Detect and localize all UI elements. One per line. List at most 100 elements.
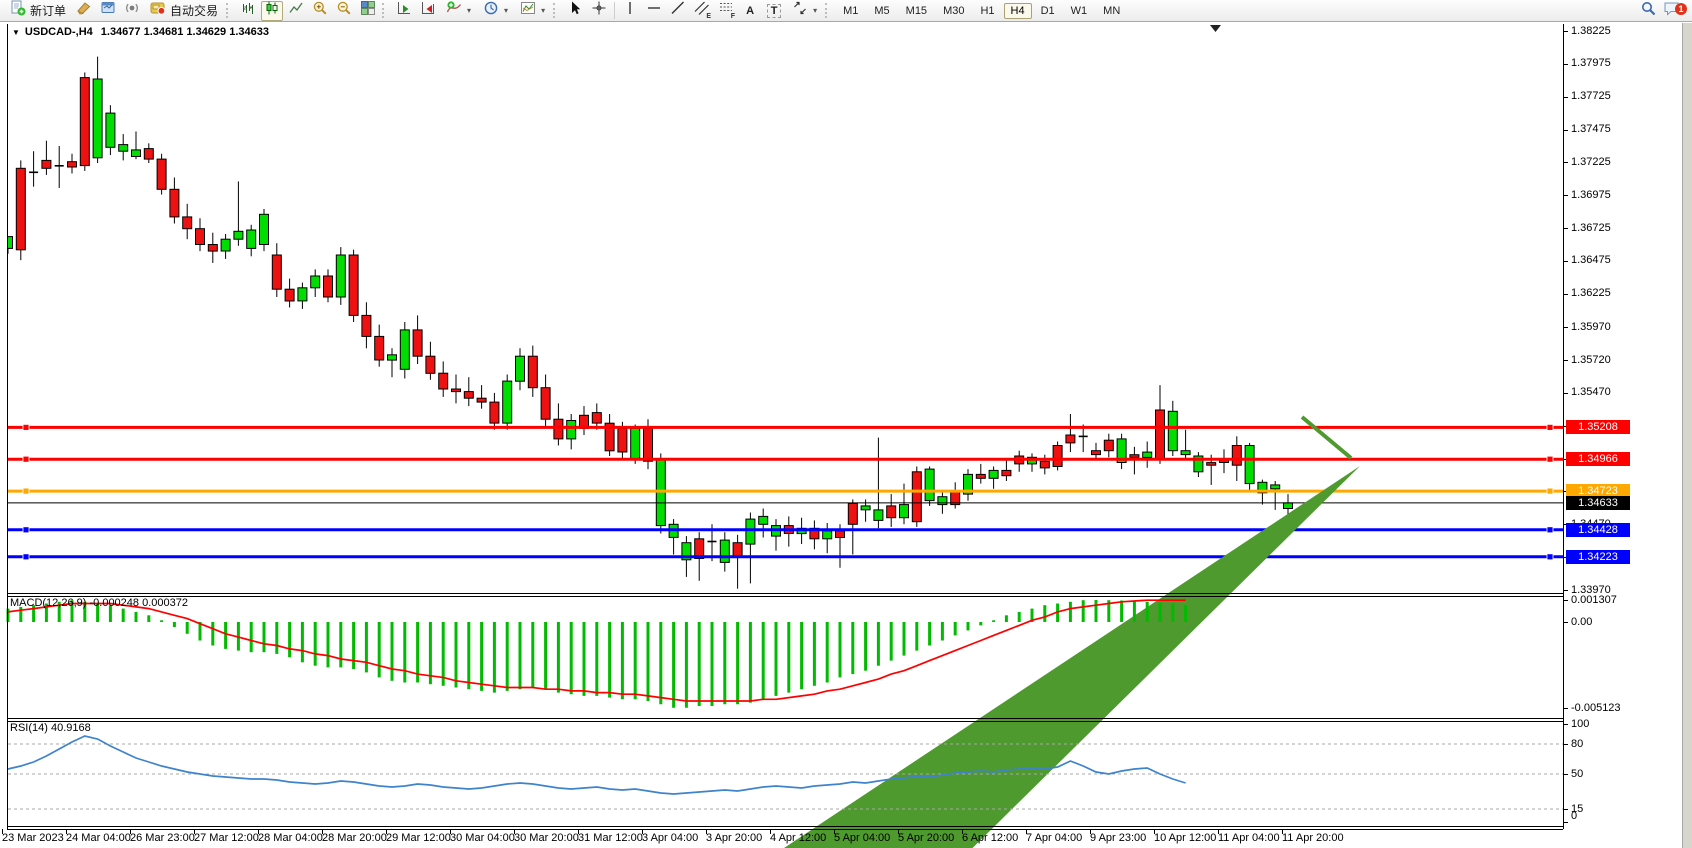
- price-axis-tick: 1.37975: [1571, 57, 1611, 69]
- time-axis-label: 10 Apr 12:00: [1154, 832, 1216, 844]
- dropdown-arrow-icon: ▾: [504, 6, 508, 15]
- arrows-tool-icon: [792, 0, 808, 21]
- timeframe-h4-button[interactable]: H4: [1004, 3, 1032, 19]
- add-indicator-icon: [446, 0, 462, 21]
- time-axis-label: 30 Mar 20:00: [514, 832, 579, 844]
- time-axis-label: 23 Mar 2023: [2, 832, 64, 844]
- signals-button[interactable]: [121, 1, 143, 21]
- crosshair-button[interactable]: [588, 1, 610, 21]
- chart-shift-button[interactable]: [417, 1, 439, 21]
- tile-windows-button[interactable]: [357, 1, 379, 21]
- macd-axis-tick: 0.001307: [1571, 594, 1617, 606]
- search-button[interactable]: [1637, 1, 1659, 21]
- time-axis-label: 9 Apr 23:00: [1090, 832, 1146, 844]
- notifications-button[interactable]: 1: [1661, 1, 1683, 21]
- zoom-out-button[interactable]: [333, 1, 355, 21]
- time-axis-label: 6 Apr 12:00: [962, 832, 1018, 844]
- timeframe-mn-button[interactable]: MN: [1096, 3, 1127, 19]
- timeframe-w1-button[interactable]: W1: [1064, 3, 1095, 19]
- timeframe-m5-button[interactable]: M5: [867, 3, 896, 19]
- templates-button[interactable]: ▾: [515, 1, 550, 21]
- time-axis-label: 28 Mar 20:00: [322, 832, 387, 844]
- signals-icon: [124, 0, 140, 21]
- panel-borders: [3, 24, 1569, 834]
- arrows-tool-button[interactable]: ▾: [787, 1, 822, 21]
- text-tool-button[interactable]: A: [739, 1, 761, 21]
- candlestick-type-button[interactable]: [261, 1, 283, 21]
- timeframe-group: M1M5M15M30H1H4D1W1MN: [835, 1, 1128, 20]
- timeframe-h1-button[interactable]: H1: [973, 3, 1001, 19]
- vertical-line-tool-button[interactable]: [619, 1, 641, 21]
- time-axis-label: 3 Apr 04:00: [642, 832, 698, 844]
- trend-arrow-annotation[interactable]: [0, 417, 1360, 848]
- price-axis-tick: 1.37475: [1571, 123, 1611, 135]
- timeframe-m15-button[interactable]: M15: [899, 3, 934, 19]
- trendline-tool-button[interactable]: [667, 1, 689, 21]
- crayon-icon: [76, 0, 92, 21]
- price-line-label: 1.34428: [1566, 523, 1630, 537]
- zoom-in-button[interactable]: [309, 1, 331, 21]
- auto-scroll-icon: [396, 0, 412, 21]
- price-axis-tick: 1.35970: [1571, 321, 1611, 333]
- right-edge-strip[interactable]: [1682, 23, 1692, 848]
- chart-canvas[interactable]: [0, 23, 1692, 848]
- zoom-in-icon: [312, 0, 328, 21]
- new-order-button[interactable]: 新订单: [5, 1, 71, 21]
- chart-expander-icon[interactable]: ▼: [12, 28, 20, 37]
- rsi-layer: [8, 736, 1563, 809]
- dropdown-arrow-icon: ▾: [541, 6, 545, 15]
- price-line-label: 1.34633: [1566, 496, 1630, 510]
- toolbar-right: 1: [1636, 0, 1684, 22]
- cursor-icon: [567, 0, 583, 21]
- macd-layer: [8, 600, 1186, 708]
- candles-layer: [4, 57, 1293, 589]
- chart-shift-marker: [1210, 25, 1221, 32]
- timeframe-m30-button[interactable]: M30: [936, 3, 971, 19]
- toolbar-grip: [226, 3, 232, 18]
- crayon-button[interactable]: [73, 1, 95, 21]
- dropdown-arrow-icon: ▾: [813, 6, 817, 15]
- time-axis-label: 5 Apr 04:00: [834, 832, 890, 844]
- chart-area[interactable]: ▼USDCAD-,H41.34677 1.34681 1.34629 1.346…: [0, 23, 1692, 848]
- rsi-axis-tick: 0: [1571, 810, 1577, 822]
- line-chart-type-icon: [288, 0, 304, 21]
- crosshair-icon: [591, 0, 607, 21]
- add-indicator-button[interactable]: ▾: [441, 1, 476, 21]
- toolbar-grip: [382, 3, 388, 18]
- market-window-button[interactable]: [97, 1, 119, 21]
- time-axis-label: 7 Apr 04:00: [1026, 832, 1082, 844]
- time-axis-label: 30 Mar 04:00: [450, 832, 515, 844]
- search-icon: [1640, 0, 1657, 22]
- timeframe-d1-button[interactable]: D1: [1034, 3, 1062, 19]
- price-line-label: 1.35208: [1566, 420, 1630, 434]
- timeframe-m1-button[interactable]: M1: [836, 3, 865, 19]
- channel-tool-button[interactable]: E: [691, 1, 713, 21]
- text-label-tool-button[interactable]: T: [763, 1, 785, 21]
- time-axis-label: 24 Mar 04:00: [66, 832, 131, 844]
- fibonacci-tool-button[interactable]: F: [715, 1, 737, 21]
- candlestick-type-icon: [264, 0, 280, 21]
- periods-button[interactable]: ▾: [478, 1, 513, 21]
- auto-trading-icon: [150, 0, 166, 21]
- tile-windows-icon: [360, 0, 376, 21]
- price-axis-tick: 1.37725: [1571, 90, 1611, 102]
- macd-axis-tick: 0.00: [1571, 616, 1592, 628]
- horizontal-line-tool-button[interactable]: [643, 1, 665, 21]
- time-axis-label: 26 Mar 23:00: [130, 832, 195, 844]
- rsi-label: RSI(14) 40.9168: [10, 722, 91, 734]
- cursor-button[interactable]: [564, 1, 586, 21]
- toolbar-grip: [825, 3, 831, 18]
- line-chart-type-button[interactable]: [285, 1, 307, 21]
- rsi-axis-tick: 100: [1571, 718, 1589, 730]
- auto-trading-label: 自动交易: [170, 2, 218, 19]
- chart-shift-icon: [420, 0, 436, 21]
- bar-chart-type-button[interactable]: [237, 1, 259, 21]
- notification-badge: 1: [1675, 3, 1687, 15]
- dropdown-arrow-icon: ▾: [467, 6, 471, 15]
- auto-scroll-button[interactable]: [393, 1, 415, 21]
- price-axis-tick: 1.37225: [1571, 156, 1611, 168]
- label-tool-label: T: [767, 4, 782, 18]
- toolbar-grip: [553, 3, 559, 18]
- time-axis-label: 31 Mar 12:00: [578, 832, 643, 844]
- auto-trading-button[interactable]: 自动交易: [145, 1, 223, 21]
